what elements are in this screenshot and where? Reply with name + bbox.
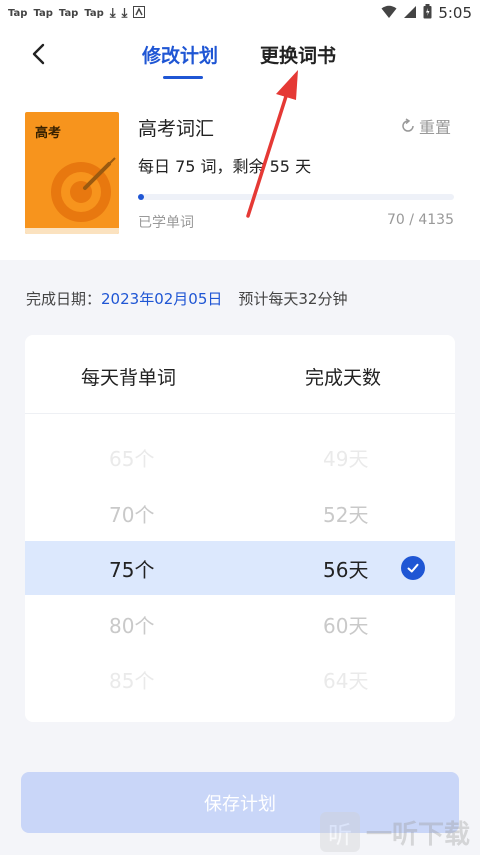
daily-time-estimate: 预计每天32分钟: [238, 290, 348, 308]
learned-count: 70 / 4135: [386, 212, 454, 228]
plan-picker: 每天背单词 完成天数 65个 49天 70个 52天 75个 56天 80个 6…: [25, 335, 455, 722]
watermark: 听 一听下载: [320, 812, 470, 852]
reset-label: 重置: [419, 118, 452, 137]
download-icon: ⤓: [121, 5, 128, 21]
learned-progress-bar: [138, 194, 454, 200]
notification-label: Tap: [33, 7, 53, 19]
tab-modify-plan[interactable]: 修改计划: [142, 41, 218, 68]
header-panel: 修改计划 更换词书 高考 高考词汇 重置 每日 75 词，剩余 55 天 已学单…: [0, 26, 480, 260]
picker-option[interactable]: 70个 52天: [25, 486, 455, 540]
plan-summary: 每日 75 词，剩余 55 天: [138, 157, 312, 176]
wifi-icon: [381, 4, 397, 23]
option-days: 60天: [323, 614, 369, 638]
notification-icons: Tap Tap Tap Tap ⤓ ⤓: [8, 5, 146, 21]
watermark-text: 一听下载: [366, 819, 471, 850]
learned-label: 已学单词: [138, 215, 194, 231]
learned-progress-fill: [138, 194, 145, 200]
battery-icon: [423, 3, 432, 23]
reset-button[interactable]: 重置: [400, 114, 451, 138]
app-icon: [133, 5, 146, 21]
book-cover-title: 高考: [35, 126, 62, 141]
option-days: 56天: [323, 558, 369, 582]
chevron-left-icon: [32, 43, 45, 65]
refresh-icon: [402, 118, 414, 132]
picker-option[interactable]: 85个 64天: [25, 652, 455, 706]
signal-icon: [403, 4, 417, 23]
option-words: 80个: [109, 614, 155, 638]
option-words: 70个: [109, 503, 155, 527]
picker-option-selected[interactable]: 75个 56天: [25, 541, 455, 595]
completion-date-label: 完成日期：: [26, 290, 102, 308]
back-button[interactable]: [24, 40, 52, 68]
option-words: 75个: [109, 558, 155, 582]
check-icon: [401, 556, 425, 580]
picker-option[interactable]: 65个 49天: [25, 430, 455, 484]
notification-label: Tap: [84, 7, 104, 19]
completion-date: 2023年02月05日: [101, 290, 223, 308]
picker-option[interactable]: 80个 60天: [25, 597, 455, 651]
download-icon: ⤓: [109, 5, 116, 21]
notification-label: Tap: [8, 7, 28, 19]
option-days: 49天: [323, 447, 369, 471]
notification-label: Tap: [58, 7, 79, 19]
completion-info: 完成日期： 2023年02月05日 预计每天32分钟: [26, 288, 347, 309]
option-days: 64天: [323, 669, 369, 693]
picker-header: 每天背单词 完成天数: [25, 335, 455, 414]
option-words: 65个: [109, 447, 155, 471]
watermark-logo: 听: [320, 812, 360, 852]
book-cover-edge: [25, 228, 119, 234]
column-header-days: 完成天数: [305, 367, 382, 389]
status-bar: Tap Tap Tap Tap ⤓ ⤓ 5:05: [0, 0, 480, 26]
option-days: 52天: [323, 503, 369, 527]
clock: 5:05: [438, 4, 472, 22]
tab-change-book[interactable]: 更换词书: [260, 41, 336, 68]
book-name: 高考词汇: [138, 118, 215, 140]
option-words: 85个: [109, 669, 155, 693]
active-tab-indicator: [163, 76, 203, 79]
book-cover[interactable]: 高考: [25, 112, 119, 234]
column-header-words: 每天背单词: [81, 367, 177, 389]
